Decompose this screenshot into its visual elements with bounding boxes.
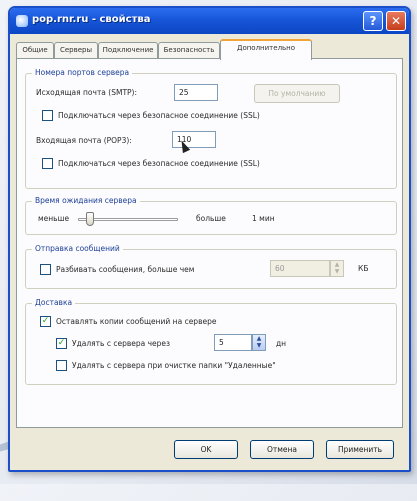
server-timeout-group: Время ожидания сервера меньше больше 1 м… bbox=[25, 196, 397, 235]
tab-general[interactable]: Общие bbox=[16, 42, 54, 59]
tab-connection[interactable]: Подключение bbox=[98, 42, 158, 59]
apply-button[interactable]: Применить bbox=[326, 440, 394, 459]
server-ports-label: Номера портов сервера bbox=[32, 68, 133, 77]
pop3-ssl-checkbox[interactable] bbox=[42, 158, 53, 169]
tab-security[interactable]: Безопасность bbox=[158, 42, 220, 59]
timeout-slider-thumb[interactable] bbox=[86, 212, 94, 226]
defaults-button[interactable]: По умолчанию bbox=[254, 84, 340, 103]
tab-advanced[interactable]: Дополнительно bbox=[220, 39, 312, 60]
split-size-spinner[interactable]: ▲ ▼ bbox=[330, 260, 344, 277]
help-button[interactable]: ? bbox=[363, 11, 383, 31]
days-unit: дн bbox=[276, 339, 287, 348]
mail-account-icon bbox=[16, 15, 28, 27]
title-bar[interactable]: pop.rnr.ru - свойства ? ✕ bbox=[10, 8, 409, 34]
leave-copies-label: Оставлять копии сообщений на сервере bbox=[56, 317, 217, 326]
timeout-more-label: больше bbox=[196, 214, 226, 223]
remove-after-checkbox[interactable]: ✓ bbox=[56, 338, 67, 349]
timeout-less-label: меньше bbox=[38, 214, 70, 223]
delivery-label: Доставка bbox=[32, 298, 76, 307]
dialog-buttons: OK Отмена Применить bbox=[10, 434, 409, 470]
smtp-ssl-checkbox[interactable] bbox=[42, 110, 53, 121]
smtp-port-label: Исходящая почта (SMTP): bbox=[36, 88, 138, 97]
smtp-ssl-label: Подключаться через безопасное соединение… bbox=[58, 111, 260, 120]
split-messages-label: Разбивать сообщения, больше чем bbox=[56, 265, 195, 274]
leave-copies-checkbox[interactable]: ✓ bbox=[40, 316, 51, 327]
smtp-port-input[interactable]: 25 bbox=[174, 84, 218, 101]
remove-deleted-label: Удалять с сервера при очистке папки "Уда… bbox=[72, 361, 276, 370]
close-button[interactable]: ✕ bbox=[386, 11, 406, 31]
sending-label: Отправка сообщений bbox=[32, 244, 123, 253]
delivery-group: Доставка ✓ Оставлять копии сообщений на … bbox=[25, 298, 397, 385]
pop3-port-label: Входящая почта (POP3): bbox=[36, 136, 132, 145]
sending-group: Отправка сообщений Разбивать сообщения, … bbox=[25, 244, 397, 289]
ok-button[interactable]: OK bbox=[174, 440, 238, 459]
split-size-input[interactable]: 60 bbox=[270, 260, 330, 277]
remove-after-days-input[interactable]: 5 bbox=[214, 334, 252, 351]
server-timeout-label: Время ожидания сервера bbox=[32, 196, 140, 205]
split-messages-checkbox[interactable] bbox=[40, 264, 51, 275]
timeout-value: 1 мин bbox=[252, 214, 275, 223]
window-title: pop.rnr.ru - свойства bbox=[32, 14, 151, 25]
tab-panel-advanced: Номера портов сервера Исходящая почта (S… bbox=[16, 58, 403, 428]
remove-deleted-checkbox[interactable] bbox=[56, 360, 67, 371]
server-ports-group: Номера портов сервера Исходящая почта (S… bbox=[25, 68, 397, 189]
split-size-unit: КБ bbox=[358, 264, 369, 273]
tab-servers[interactable]: Серверы bbox=[54, 42, 98, 59]
cancel-button[interactable]: Отмена bbox=[250, 440, 314, 459]
remove-after-label: Удалять с сервера через bbox=[72, 339, 171, 348]
tab-strip: Общие Серверы Подключение Безопасность Д… bbox=[16, 39, 403, 60]
properties-dialog: pop.rnr.ru - свойства ? ✕ Общие Серверы … bbox=[8, 6, 411, 472]
pop3-ssl-label: Подключаться через безопасное соединение… bbox=[58, 159, 260, 168]
remove-after-days-spinner[interactable]: ▲ ▼ bbox=[252, 334, 266, 351]
